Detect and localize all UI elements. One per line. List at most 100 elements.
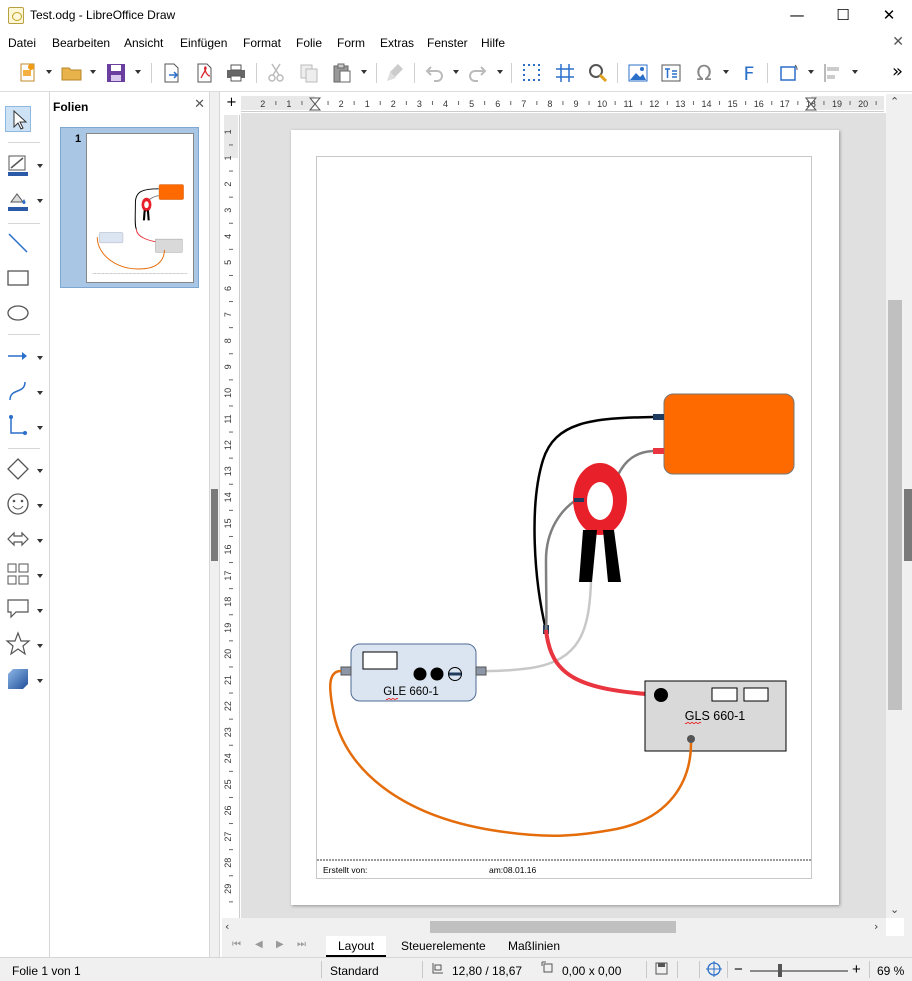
vertical-ruler[interactable]: 1 1 2 3 4 5 6 7 8 9 10 11 12 13 14 15 16 17 18 19 20 21 22 23 24… — [222, 115, 240, 918]
redo-icon[interactable] — [466, 61, 490, 85]
clone-formatting-icon[interactable] — [384, 61, 408, 85]
callout-icon[interactable] — [5, 596, 31, 622]
orange-unit-box[interactable] — [663, 393, 795, 475]
3d-objects-icon[interactable] — [5, 666, 31, 692]
zoom-slider[interactable] — [750, 970, 848, 972]
slides-panel-close-icon[interactable]: ✕ — [194, 97, 205, 112]
line-color-dropdown-arrow[interactable] — [37, 164, 43, 168]
special-character-dropdown-arrow[interactable] — [723, 70, 729, 74]
textbox-icon[interactable] — [659, 61, 683, 85]
zoom-level[interactable]: 69 % — [877, 964, 904, 978]
panel-splitter[interactable] — [209, 92, 220, 957]
flowchart-icon[interactable] — [5, 561, 31, 587]
scroll-down-icon[interactable]: ⌄ — [890, 903, 899, 916]
menu-ansicht[interactable]: Ansicht — [124, 36, 163, 50]
helplines-icon[interactable] — [553, 61, 577, 85]
open-dropdown-arrow[interactable] — [90, 70, 96, 74]
vertical-scrollbar[interactable]: ⌃ ⌄ — [886, 94, 904, 918]
symbol-shapes-icon[interactable] — [5, 491, 31, 517]
zoom-slider-handle[interactable] — [778, 964, 782, 977]
connector-icon[interactable] — [5, 413, 31, 439]
menu-extras[interactable]: Extras — [380, 36, 414, 50]
rectangle-icon[interactable] — [5, 265, 31, 291]
document-modified-icon[interactable] — [655, 962, 668, 978]
menu-fenster[interactable]: Fenster — [427, 36, 468, 50]
scroll-right-icon[interactable]: › — [874, 920, 878, 933]
block-arrows-icon[interactable] — [5, 526, 31, 552]
fill-color-dropdown-arrow[interactable] — [37, 199, 43, 203]
align-dropdown-arrow[interactable] — [852, 70, 858, 74]
menu-format[interactable]: Format — [243, 36, 281, 50]
scroll-left-icon[interactable]: ‹ — [225, 920, 229, 933]
stars-icon[interactable] — [5, 631, 31, 657]
tab-steuerelemente[interactable]: Steuerelemente — [389, 936, 498, 957]
curve-dropdown-arrow[interactable] — [37, 391, 43, 395]
flowchart-dropdown-arrow[interactable] — [37, 574, 43, 578]
scroll-up-icon[interactable]: ⌃ — [890, 95, 899, 108]
stars-dropdown-arrow[interactable] — [37, 644, 43, 648]
new-dropdown-arrow[interactable] — [46, 70, 52, 74]
slide-thumbnail-1[interactable]: 1 — [60, 127, 199, 288]
arrow-line-icon[interactable] — [5, 343, 31, 369]
save-icon[interactable] — [104, 61, 128, 85]
menu-einfuegen[interactable]: Einfügen — [180, 36, 227, 50]
sidebar-collapse-handle[interactable] — [904, 489, 912, 561]
connector-dropdown-arrow[interactable] — [37, 426, 43, 430]
zoom-out-button[interactable]: − — [734, 961, 743, 978]
menu-folie[interactable]: Folie — [296, 36, 322, 50]
align-icon[interactable] — [821, 61, 845, 85]
basic-shapes-dropdown-arrow[interactable] — [37, 469, 43, 473]
close-document-icon[interactable]: ✕ — [892, 34, 904, 50]
print-icon[interactable] — [224, 61, 248, 85]
vertical-scroll-thumb[interactable] — [888, 300, 902, 710]
callout-dropdown-arrow[interactable] — [37, 609, 43, 613]
close-button[interactable]: ✕ — [866, 0, 912, 31]
more-toolbar-icon[interactable]: » — [892, 61, 912, 85]
cable-red[interactable] — [544, 629, 662, 697]
transformations-dropdown-arrow[interactable] — [808, 70, 814, 74]
ruler-origin[interactable]: + — [222, 94, 241, 113]
minimize-button[interactable]: — — [774, 0, 820, 31]
undo-icon[interactable] — [422, 61, 446, 85]
block-arrows-dropdown-arrow[interactable] — [37, 539, 43, 543]
arrow-line-dropdown-arrow[interactable] — [37, 356, 43, 360]
paste-dropdown-arrow[interactable] — [361, 70, 367, 74]
cable-lightgray[interactable] — [476, 581, 593, 673]
export-icon[interactable] — [159, 61, 183, 85]
maximize-button[interactable]: ☐ — [820, 0, 866, 31]
line-icon[interactable] — [5, 230, 31, 256]
new-icon[interactable] — [16, 61, 40, 85]
menu-datei[interactable]: Datei — [8, 36, 36, 50]
zoom-fit-icon[interactable] — [706, 961, 722, 980]
3d-objects-dropdown-arrow[interactable] — [37, 679, 43, 683]
fontwork-icon[interactable]: F — [737, 61, 761, 85]
horizontal-ruler[interactable]: 2112123456789101112131415161718192021 — [241, 94, 903, 112]
select-icon[interactable] — [5, 106, 31, 132]
redo-dropdown-arrow[interactable] — [497, 70, 503, 74]
tab-masslinien[interactable]: Maßlinien — [496, 936, 572, 957]
grid-icon[interactable] — [520, 61, 544, 85]
zoom-in-button[interactable]: + — [852, 961, 861, 978]
basic-shapes-icon[interactable] — [5, 456, 31, 482]
zoom-icon[interactable] — [586, 61, 610, 85]
sidebar-splitter[interactable] — [904, 94, 912, 957]
cable-gray-lower[interactable] — [544, 498, 577, 631]
horizontal-scrollbar[interactable]: ‹ › — [222, 918, 886, 936]
menu-form[interactable]: Form — [337, 36, 365, 50]
horizontal-scroll-thumb[interactable] — [430, 921, 676, 933]
prev-tab-icon[interactable]: ◀ — [255, 939, 263, 950]
panel-collapse-handle[interactable] — [211, 489, 218, 561]
save-dropdown-arrow[interactable] — [135, 70, 141, 74]
image-icon[interactable] — [626, 61, 650, 85]
ellipse-icon[interactable] — [5, 300, 31, 326]
tab-layout[interactable]: Layout — [326, 936, 387, 957]
last-tab-icon[interactable]: ⏭ — [297, 939, 306, 950]
curve-icon[interactable] — [5, 378, 31, 404]
undo-dropdown-arrow[interactable] — [453, 70, 459, 74]
copy-icon[interactable] — [297, 61, 321, 85]
paste-icon[interactable] — [330, 61, 354, 85]
first-tab-icon[interactable]: ⏮ — [232, 939, 241, 950]
export-pdf-icon[interactable] — [192, 61, 216, 85]
fill-color-icon[interactable] — [5, 187, 31, 213]
symbol-shapes-dropdown-arrow[interactable] — [37, 504, 43, 508]
